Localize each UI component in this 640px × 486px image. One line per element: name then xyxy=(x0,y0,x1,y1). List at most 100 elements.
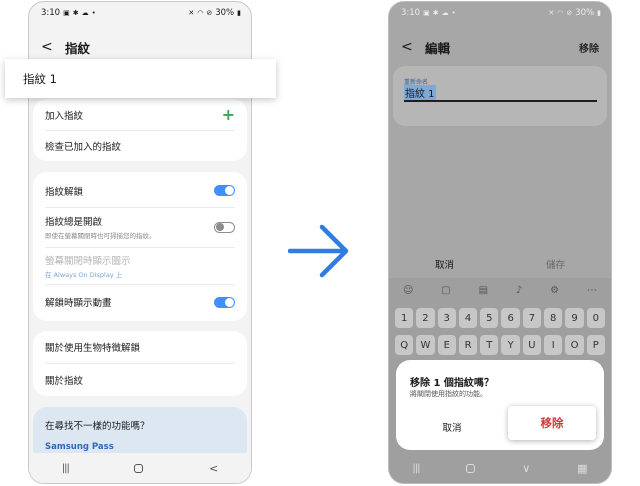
key[interactable]: T xyxy=(480,335,499,355)
home-icon[interactable] xyxy=(134,463,144,473)
recent-apps-icon[interactable]: ||| xyxy=(62,463,70,474)
dialog-remove-button[interactable]: 移除 xyxy=(508,406,596,440)
input-underline xyxy=(404,100,597,102)
hide-keyboard-icon[interactable]: ∨ xyxy=(522,462,530,475)
battery-level: 30% xyxy=(215,8,235,18)
more-icon[interactable]: ⋯ xyxy=(587,285,597,296)
back-icon[interactable]: < xyxy=(209,462,218,475)
back-arrow-icon[interactable]: < xyxy=(401,39,417,55)
fingerprint-1-label: 指紋 1 xyxy=(23,71,57,86)
page-title: 指紋 xyxy=(65,40,91,56)
fingerprint-unlock-row[interactable]: 指紋解鎖 xyxy=(33,174,247,207)
unlock-animation-toggle[interactable] xyxy=(214,296,235,308)
fingerprint-unlock-toggle[interactable] xyxy=(214,185,235,196)
navigation-bar: ||| < xyxy=(29,453,251,483)
cloud-icon: ☁ xyxy=(441,9,449,17)
about-fingerprints-row[interactable]: 關於指紋 xyxy=(33,364,247,396)
signal-icon: ⊘ xyxy=(566,9,573,17)
cloud-icon: ☁ xyxy=(81,9,89,17)
fingerprint-list-card: 加入指紋 + 檢查已加入的指紋 xyxy=(33,99,247,161)
remove-fingerprint-dialog: 移除 1 個指紋嗎？ 將關閉使用指紋的功能。 取消 移除 xyxy=(396,360,604,450)
dot-icon: • xyxy=(91,9,96,17)
signal-icon: ⊘ xyxy=(206,9,213,17)
key[interactable]: I xyxy=(544,335,563,355)
clock: 3:10 xyxy=(41,8,61,18)
fingerprint-unlock-label: 指紋解鎖 xyxy=(45,186,84,198)
letter-key-row: Q W E R T Y U I O P xyxy=(395,335,605,355)
rename-input[interactable]: 指紋 1 xyxy=(404,85,436,100)
key[interactable]: 7 xyxy=(522,308,542,328)
wifi-icon: ◠ xyxy=(557,9,564,17)
about-biometrics-row[interactable]: 關於使用生物特徵解鎖 xyxy=(33,331,247,363)
dialog-message: 將關閉使用指紋的功能。 xyxy=(410,390,487,398)
key[interactable]: 4 xyxy=(458,308,478,328)
home-icon[interactable] xyxy=(466,463,476,473)
recent-apps-icon[interactable]: ||| xyxy=(412,463,420,474)
about-fingerprints-label: 關於指紋 xyxy=(45,376,84,387)
add-fingerprint-row[interactable]: 加入指紋 + xyxy=(33,99,247,130)
key[interactable]: 3 xyxy=(437,308,456,328)
key[interactable]: 9 xyxy=(565,308,584,328)
cancel-edit-button[interactable]: 取消 xyxy=(389,257,500,271)
remove-header-button[interactable]: 移除 xyxy=(579,40,599,55)
always-on-description: 即使在螢幕關閉時也可掃描您的指紋。 xyxy=(45,232,156,240)
key[interactable]: 5 xyxy=(480,308,499,328)
check-fingerprints-label: 檢查已加入的指紋 xyxy=(45,141,122,153)
samsung-pass-link[interactable]: Samsung Pass xyxy=(45,442,114,452)
key[interactable]: 6 xyxy=(501,308,520,328)
key[interactable]: Y xyxy=(501,335,520,355)
about-biometrics-label: 關於使用生物特徵解鎖 xyxy=(45,343,141,354)
about-card: 關於使用生物特徵解鎖 關於指紋 xyxy=(33,331,247,396)
key[interactable]: W xyxy=(416,335,435,355)
key[interactable]: E xyxy=(437,335,456,355)
unlock-animation-row[interactable]: 解鎖時顯示動畫 xyxy=(33,285,247,319)
mute-icon: ✕ xyxy=(548,9,555,17)
gear-icon: ✱ xyxy=(432,9,439,17)
battery-icon: ▮ xyxy=(237,9,241,17)
settings-icon[interactable]: ⚙ xyxy=(550,285,559,296)
fingerprint-options-card: 指紋解鎖 指紋總是開啟 即使在螢幕關閉時也可掃描您的指紋。 螢幕關閉時顯示圖示 … xyxy=(33,172,247,321)
battery-icon: ▮ xyxy=(597,9,601,17)
mute-icon: ✕ xyxy=(188,9,195,17)
check-fingerprints-row[interactable]: 檢查已加入的指紋 xyxy=(33,130,247,161)
keyboard-switch-icon[interactable]: ▦ xyxy=(577,462,587,475)
unlock-animation-label: 解鎖時顯示動畫 xyxy=(45,298,112,309)
screen-off-icon-description: 在 Always On Display 上 xyxy=(45,271,123,279)
key[interactable]: 8 xyxy=(544,308,563,328)
key[interactable]: U xyxy=(522,335,542,355)
wifi-icon: ◠ xyxy=(197,9,204,17)
key[interactable]: O xyxy=(565,335,584,355)
dot-icon: • xyxy=(451,9,456,17)
save-button[interactable]: 儲存 xyxy=(500,257,611,271)
app-header: < 指紋 xyxy=(29,32,251,62)
key[interactable]: 2 xyxy=(416,308,435,328)
arrow-right-icon xyxy=(288,224,349,278)
key[interactable]: R xyxy=(458,335,478,355)
back-arrow-icon[interactable]: < xyxy=(41,39,57,55)
key[interactable]: 0 xyxy=(586,308,605,328)
suggestion-question-row: 在尋找不一樣的功能嗎？ xyxy=(33,417,247,433)
emoji-icon[interactable]: ☺ xyxy=(403,285,413,296)
plus-icon[interactable]: + xyxy=(222,106,235,123)
app-header: < 編輯 移除 xyxy=(389,32,611,62)
add-fingerprint-label: 加入指紋 xyxy=(45,110,84,122)
keyboard-toolbar: ☺ ▢ ▤ ♪ ⚙ ⋯ xyxy=(389,278,611,302)
gallery-icon: ▣ xyxy=(423,9,430,17)
dialog-title: 移除 1 個指紋嗎？ xyxy=(410,378,494,389)
gear-icon: ✱ xyxy=(72,9,79,17)
key[interactable]: P xyxy=(586,335,605,355)
always-on-row[interactable]: 指紋總是開啟 即使在螢幕關閉時也可掃描您的指紋。 xyxy=(33,208,247,246)
sticker-icon[interactable]: ▢ xyxy=(441,285,450,296)
dialog-cancel-button[interactable]: 取消 xyxy=(396,420,508,434)
page-title: 編輯 xyxy=(425,40,451,56)
microphone-icon[interactable]: ♪ xyxy=(516,285,522,296)
gif-icon[interactable]: ▤ xyxy=(479,285,488,296)
number-key-row: 1 2 3 4 5 6 7 8 9 0 xyxy=(395,308,605,328)
fingerprint-1-item[interactable]: 指紋 1 xyxy=(5,59,276,98)
always-on-toggle[interactable] xyxy=(214,221,235,233)
always-on-label: 指紋總是開啟 xyxy=(45,217,103,228)
status-bar: 3:10 ▣ ✱ ☁ • ✕ ◠ ⊘ 30% ▮ xyxy=(389,2,611,24)
key[interactable]: 1 xyxy=(395,308,414,328)
key[interactable]: Q xyxy=(395,335,414,355)
screen-off-icon-label: 螢幕關閉時顯示圖示 xyxy=(45,256,131,267)
